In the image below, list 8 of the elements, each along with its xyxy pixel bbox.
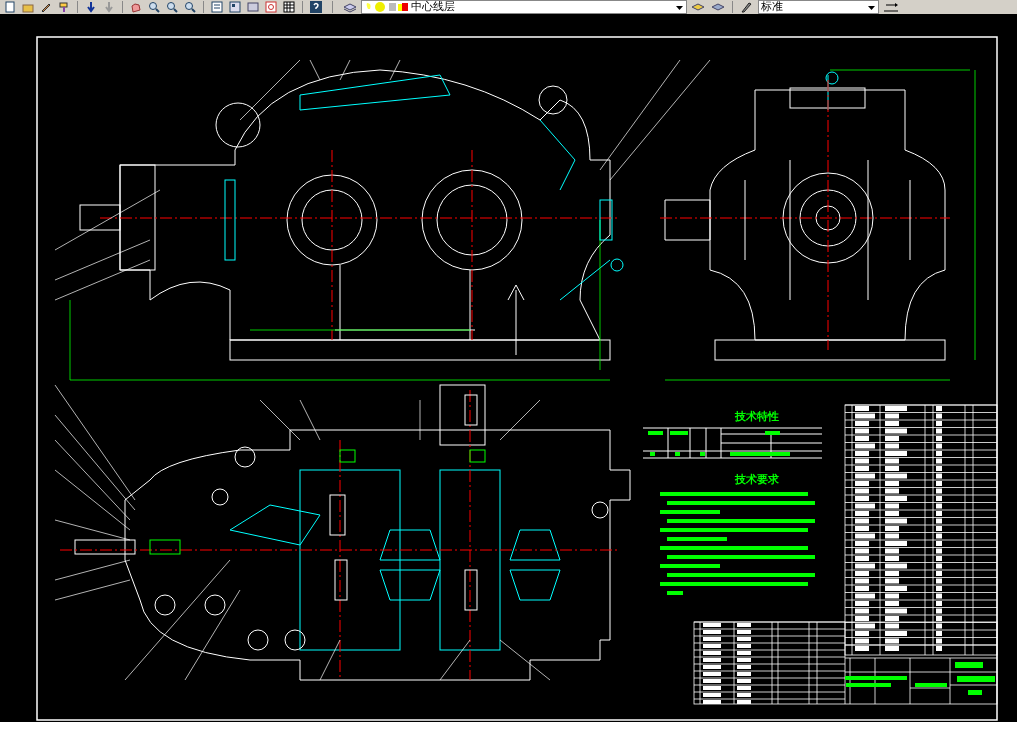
tech-requirements-title: 技术要求 xyxy=(735,473,779,486)
tech-specs-title: 技术特性 xyxy=(735,410,779,423)
zoom-icon[interactable] xyxy=(146,0,162,14)
new-file-icon[interactable] xyxy=(2,0,18,14)
layer-state-icon xyxy=(364,1,408,13)
help-icon[interactable] xyxy=(308,0,324,14)
zoom-window-icon[interactable] xyxy=(164,0,180,14)
zoom-previous-icon[interactable] xyxy=(182,0,198,14)
